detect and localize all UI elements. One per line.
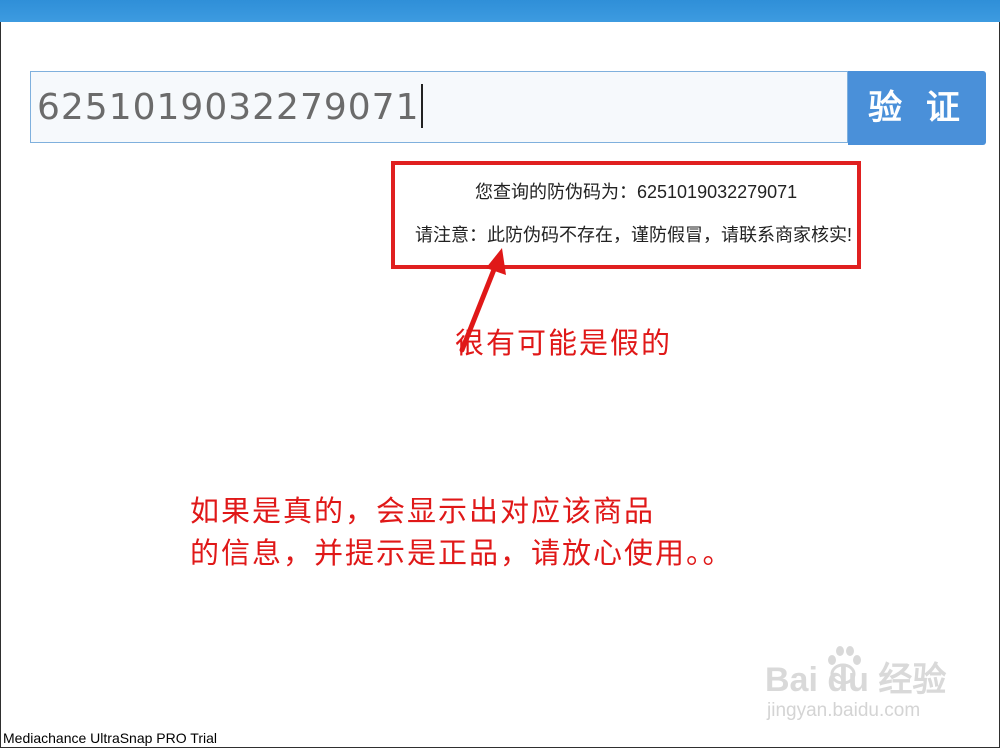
result-query-line: 您查询的防伪码为：6251019032279071 [475,182,798,202]
result-warning-line: 请注意：此防伪码不存在，谨防假冒，请联系商家核实! [415,225,852,245]
watermark-brand: Bai du 经验 [765,661,947,699]
window-top-bar [0,0,1000,22]
watermark-url: jingyan.baidu.com [767,700,921,721]
real-annotation-line2: 的信息，并提示是正品，请放心使用。。 [190,536,734,570]
result-box: 您查询的防伪码为：6251019032279071 请注意：此防伪码不存在，谨防… [391,161,861,269]
real-annotation-line1: 如果是真的，会显示出对应该商品 [190,494,656,528]
code-input[interactable]: 6251019032279071 [30,71,848,143]
fake-annotation: 很有可能是假的 [455,326,673,360]
code-input-value: 6251019032279071 [37,87,420,128]
verification-form: 6251019032279071 验 证 [30,71,986,145]
trial-footer-text: Mediachance UltraSnap PRO Trial [3,730,217,746]
verify-button[interactable]: 验 证 [848,71,986,145]
text-caret [421,84,424,128]
baidu-watermark: Bai du 经验 jingyan.baidu.com [765,640,955,730]
real-annotation: 如果是真的，会显示出对应该商品 的信息，并提示是正品，请放心使用。。 [190,490,734,574]
